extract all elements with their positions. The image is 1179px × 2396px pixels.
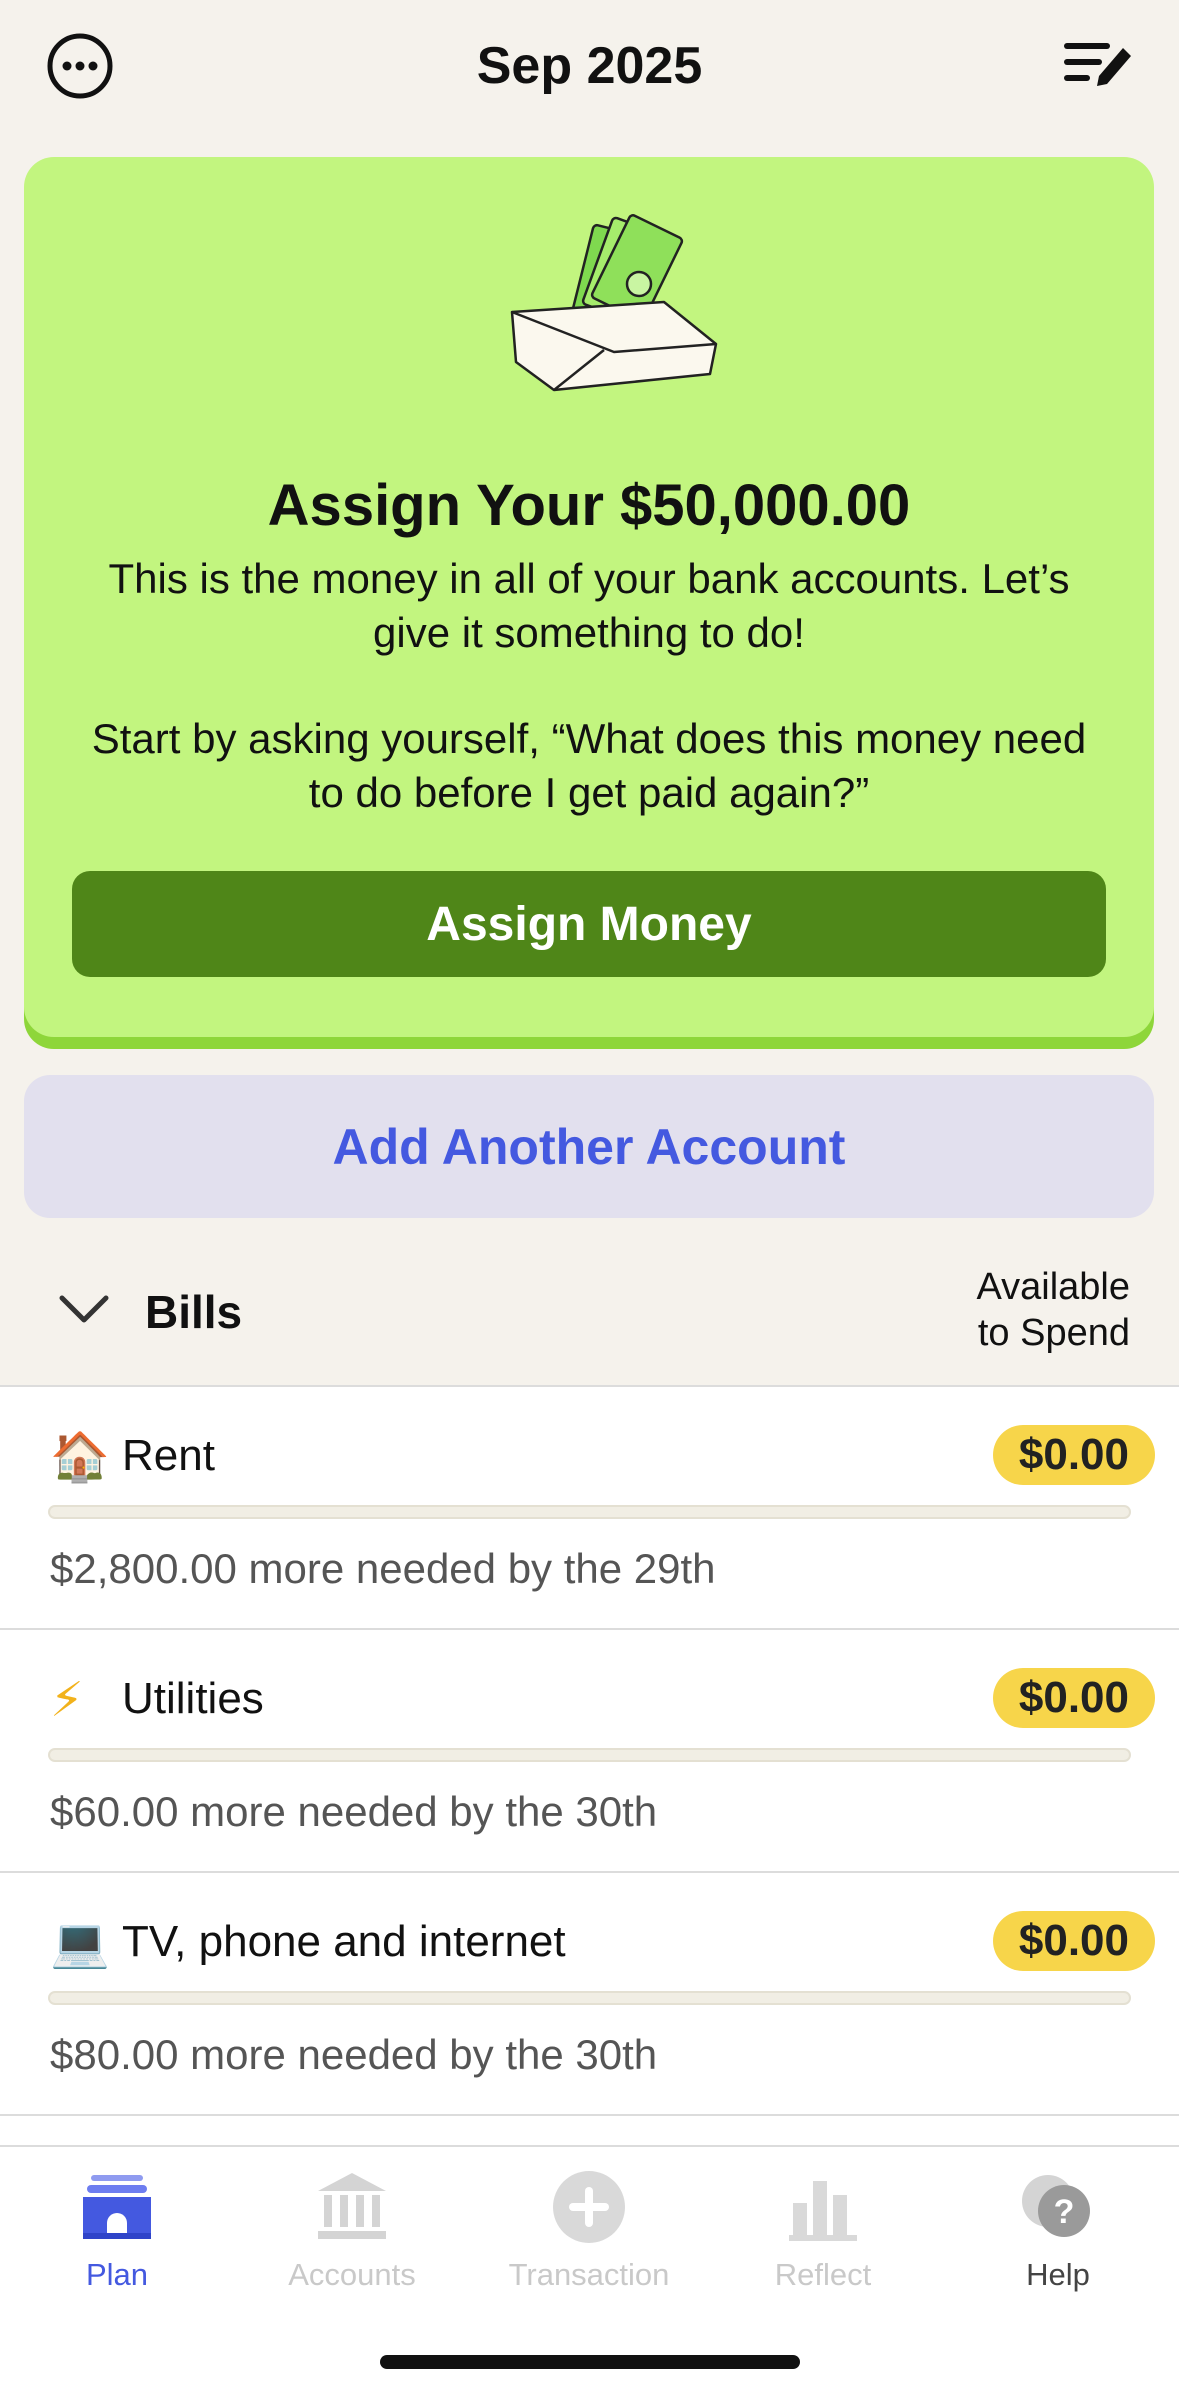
help-icon: ? [1022, 2175, 1090, 2237]
assign-prompt: Start by asking yourself, “What does thi… [91, 715, 1087, 816]
needed-text: $60.00 more needed by the 30th [50, 1788, 658, 1835]
page-title: Sep 2025 [476, 37, 703, 95]
assign-description: This is the money in all of your bank ac… [108, 555, 1070, 656]
top-bar: Sep 2025 [0, 0, 1179, 140]
category-name: Utilities [122, 1674, 264, 1723]
assign-money-button[interactable]: Assign Money [72, 871, 1106, 977]
home-indicator [380, 2355, 800, 2369]
category-list: 🏠 Rent $0.00 $2,800.00 more needed by th… [0, 1385, 1179, 2145]
category-row-tv-phone-internet[interactable]: 💻 TV, phone and internet $0.00 $80.00 mo… [0, 1873, 1179, 2116]
svg-text:?: ? [1054, 2193, 1075, 2231]
tab-accounts[interactable]: Accounts [252, 2167, 452, 2317]
bar-chart-icon [789, 2181, 857, 2241]
plus-circle-icon [553, 2171, 625, 2243]
chevron-down-icon[interactable] [58, 1292, 110, 1328]
assign-title: Assign Your $50,000.00 [267, 473, 911, 538]
funding-progress-bar [48, 1505, 1131, 1519]
plan-screen: Sep 2025 Assign Your $50,000.00 This is … [0, 0, 1179, 2396]
group-title: Bills [145, 1286, 243, 1338]
category-row-utilities[interactable]: ⚡ Utilities $0.00 $60.00 more needed by … [0, 1630, 1179, 1873]
category-row-rent[interactable]: 🏠 Rent $0.00 $2,800.00 more needed by th… [0, 1387, 1179, 1630]
available-amount-badge[interactable]: $0.00 [992, 1425, 1155, 1485]
house-icon: 🏠 [50, 1429, 110, 1485]
category-name: Rent [122, 1431, 215, 1480]
tab-help[interactable]: ? Help [958, 2167, 1158, 2317]
funding-progress-bar [48, 1748, 1131, 1762]
add-another-account-button[interactable]: Add Another Account [24, 1075, 1154, 1218]
bills-group-header[interactable]: Bills Available to Spend [0, 1240, 1179, 1385]
edit-list-icon [1064, 43, 1131, 86]
funding-progress-bar [48, 1991, 1131, 2005]
tab-reflect[interactable]: Reflect [723, 2167, 923, 2317]
tab-transaction[interactable]: Transaction [489, 2167, 689, 2317]
plan-icon [83, 2175, 151, 2239]
assign-money-card: Assign Your $50,000.00 This is the money… [24, 157, 1154, 1037]
available-amount-badge[interactable]: $0.00 [992, 1911, 1155, 1971]
lightning-icon: ⚡ [50, 1672, 84, 1728]
laptop-icon: 💻 [50, 1915, 110, 1971]
needed-text: $80.00 more needed by the 30th [50, 2031, 658, 2078]
tab-plan[interactable]: Plan [17, 2167, 217, 2317]
available-amount-badge[interactable]: $0.00 [992, 1668, 1155, 1728]
envelope-cash-icon [510, 214, 718, 392]
available-to-spend-label: Available to Spend [976, 1266, 1130, 1354]
bank-icon [318, 2173, 386, 2239]
edit-plan-button[interactable] [1063, 30, 1135, 102]
category-name: TV, phone and internet [122, 1917, 566, 1966]
needed-text: $2,800.00 more needed by the 29th [50, 1545, 716, 1592]
